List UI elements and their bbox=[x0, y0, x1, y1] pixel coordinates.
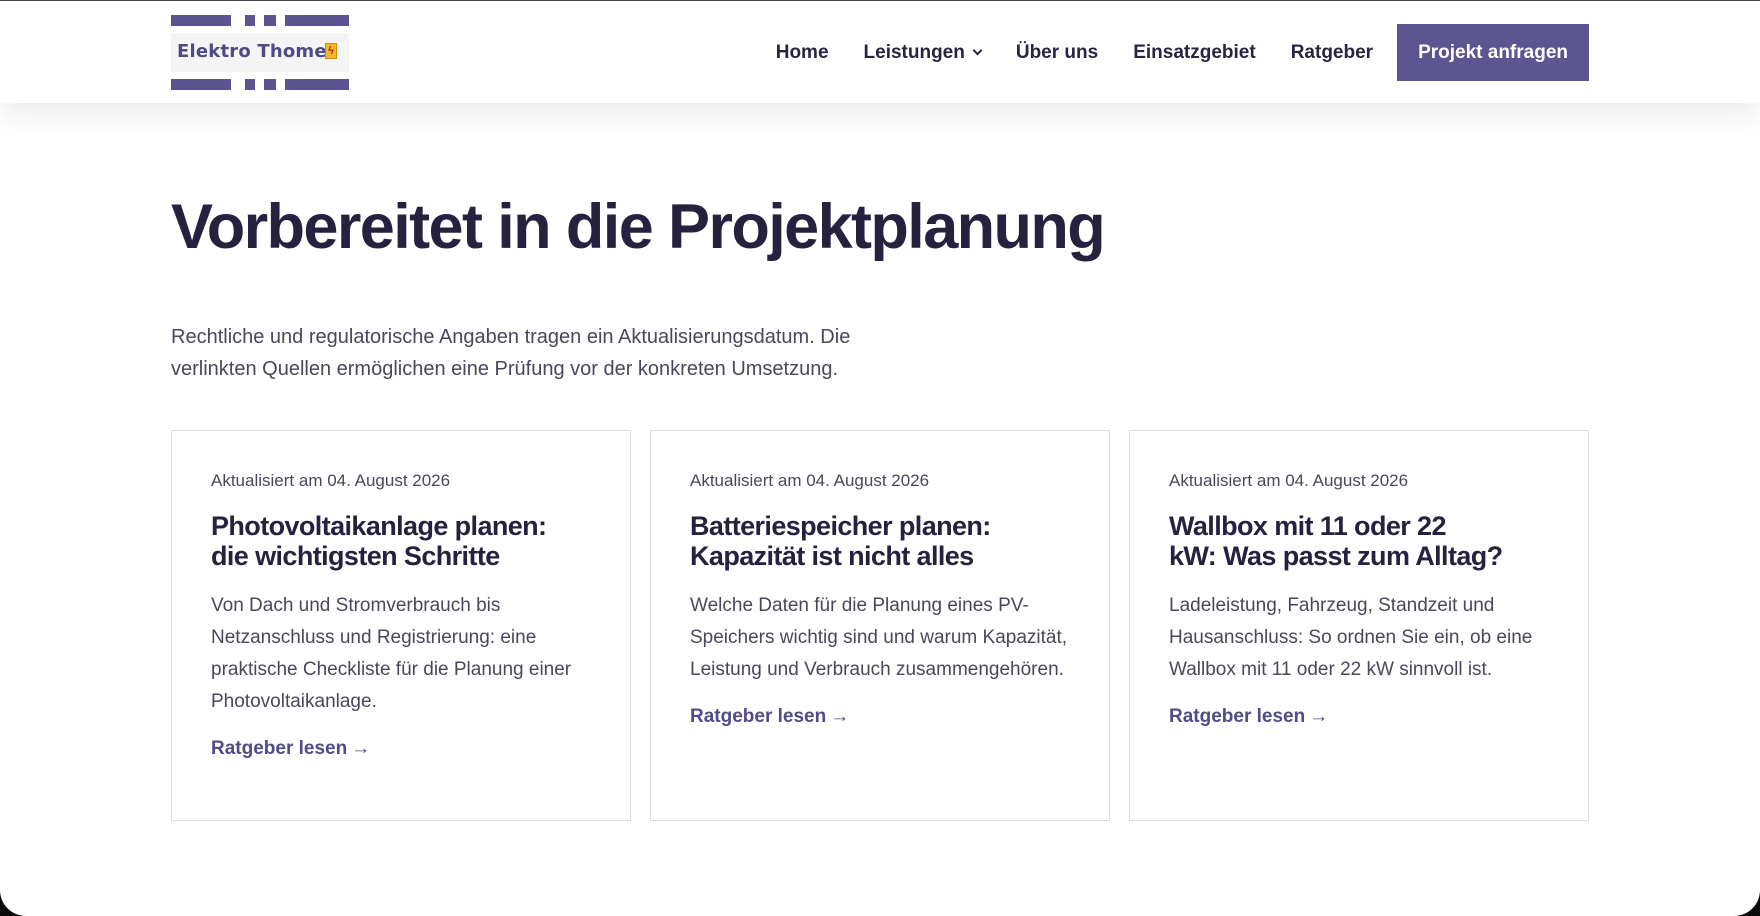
card-title-line-1: Batteriespeicher planen: bbox=[690, 511, 991, 541]
intro-line-2: verlinkten Quellen ermöglichen eine Prüf… bbox=[171, 358, 839, 380]
logo-bar-bottom bbox=[171, 79, 349, 90]
card-title-line-1: Photovoltaikanlage planen: bbox=[211, 511, 547, 541]
read-guide-label: Ratgeber lesen bbox=[1169, 706, 1306, 727]
nav-item-label: Ratgeber bbox=[1290, 41, 1374, 63]
nav-item-label: Einsatzgebiet bbox=[1133, 41, 1256, 63]
card-title: Wallbox mit 11 oder 22 kW: Was passt zum… bbox=[1169, 511, 1549, 571]
card-title: Photovoltaikanlage planen: die wichtigst… bbox=[211, 511, 591, 571]
arrow-right-icon: → bbox=[830, 706, 850, 727]
logo-text: Elektro Thome bbox=[177, 41, 327, 62]
nav-item-label: Über uns bbox=[1015, 41, 1099, 63]
site-logo[interactable]: Elektro Thome ϟ bbox=[171, 15, 349, 90]
guide-card-photovoltaik: Aktualisiert am 04. August 2026 Photovol… bbox=[171, 430, 631, 821]
guide-card-wallbox: Aktualisiert am 04. August 2026 Wallbox … bbox=[1129, 430, 1589, 821]
card-title-line-2: die wichtigsten Schritte bbox=[211, 541, 500, 571]
card-text: Von Dach und Stromverbrauch bis Netzansc… bbox=[211, 595, 572, 712]
card-title: Batteriespeicher planen: Kapazität ist n… bbox=[690, 511, 1070, 571]
read-guide-link[interactable]: Ratgeber lesen → bbox=[690, 706, 849, 728]
arrow-right-icon: → bbox=[1309, 706, 1329, 727]
page-title: Vorbereitet in die Projektplanung bbox=[171, 192, 1106, 262]
main-navigation: Home Leistungen Über uns Einsatzgebiet R… bbox=[776, 24, 1589, 81]
project-request-button[interactable]: Projekt anfragen bbox=[1397, 24, 1589, 81]
site-header: Elektro Thome ϟ Home Leistungen Über uns… bbox=[0, 1, 1760, 103]
intro-text: Rechtliche und regulatorische Angaben tr… bbox=[171, 321, 931, 385]
nav-item-home[interactable]: Home bbox=[776, 42, 829, 64]
logo-plug-top bbox=[264, 15, 276, 26]
nav-item-leistungen[interactable]: Leistungen bbox=[863, 41, 983, 64]
intro-line-1: Rechtliche und regulatorische Angaben tr… bbox=[171, 326, 851, 348]
card-text: Welche Daten für die Planung eines PV-Sp… bbox=[690, 595, 1068, 680]
card-title-line-1: Wallbox mit 11 oder 22 bbox=[1169, 511, 1447, 541]
read-guide-link[interactable]: Ratgeber lesen → bbox=[1169, 706, 1328, 728]
card-title-line-2: kW: Was passt zum Alltag? bbox=[1169, 541, 1503, 571]
read-guide-label: Ratgeber lesen bbox=[690, 706, 827, 727]
chevron-down-icon bbox=[972, 45, 983, 55]
guide-card-batteriespeicher: Aktualisiert am 04. August 2026 Batterie… bbox=[650, 430, 1110, 821]
nav-item-label: Leistungen bbox=[863, 41, 965, 63]
nav-item-ratgeber[interactable]: Ratgeber bbox=[1291, 42, 1373, 64]
lightning-bolt-icon: ϟ bbox=[325, 43, 337, 59]
arrow-right-icon: → bbox=[351, 738, 371, 759]
logo-bar-top bbox=[171, 15, 349, 26]
nav-item-einsatzgebiet[interactable]: Einsatzgebiet bbox=[1133, 42, 1255, 64]
card-title-line-2: Kapazität ist nicht alles bbox=[690, 541, 974, 571]
card-text: Ladeleistung, Fahrzeug, Standzeit und Ha… bbox=[1169, 595, 1533, 680]
browser-viewport: Elektro Thome ϟ Home Leistungen Über uns… bbox=[0, 0, 1760, 916]
read-guide-link[interactable]: Ratgeber lesen → bbox=[211, 738, 370, 760]
nav-item-ueber-uns[interactable]: Über uns bbox=[1016, 42, 1098, 64]
card-date: Aktualisiert am 04. August 2026 bbox=[1169, 471, 1409, 490]
nav-item-label: Home bbox=[775, 41, 829, 63]
card-date: Aktualisiert am 04. August 2026 bbox=[211, 471, 451, 490]
card-date: Aktualisiert am 04. August 2026 bbox=[690, 471, 930, 490]
guide-cards: Aktualisiert am 04. August 2026 Photovol… bbox=[171, 430, 1589, 821]
read-guide-label: Ratgeber lesen bbox=[211, 738, 348, 759]
logo-plug-bottom bbox=[264, 79, 276, 90]
